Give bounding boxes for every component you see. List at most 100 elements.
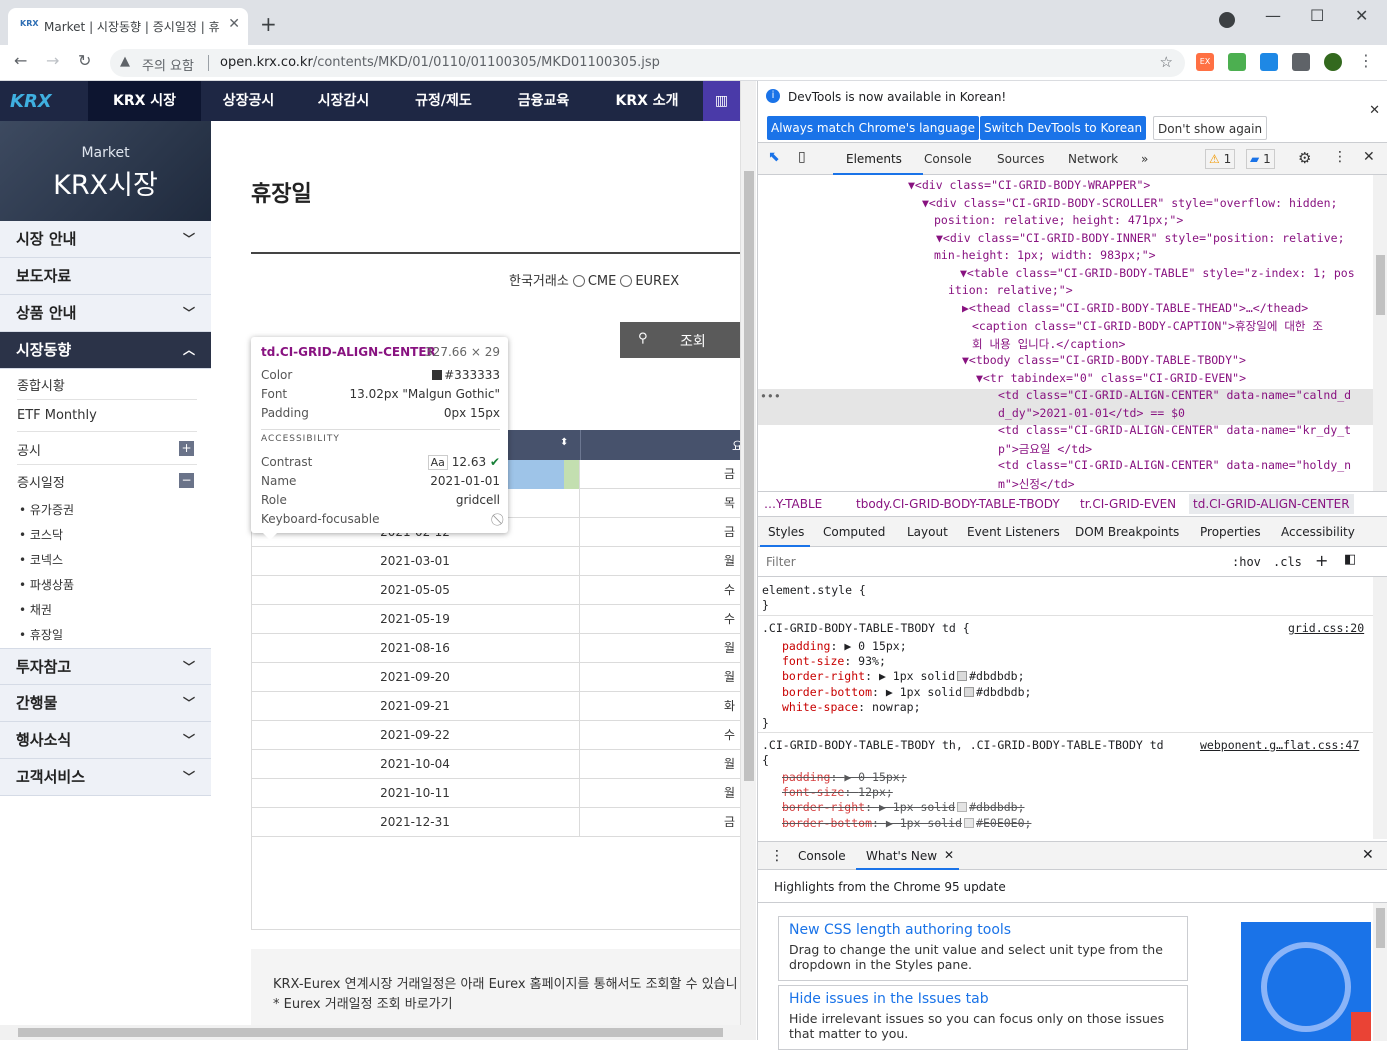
table-row[interactable]: 2021-12-31 금 xyxy=(251,808,740,837)
date-cell[interactable]: 2021-10-11 xyxy=(251,779,580,808)
settings-gear-icon[interactable]: ⚙ xyxy=(1298,149,1311,167)
styles-subtab[interactable]: Accessibility xyxy=(1281,525,1355,539)
styles-scrollbar[interactable] xyxy=(1373,577,1387,839)
rule-selector[interactable]: .CI-GRID-BODY-TABLE-TBODY th, .CI-GRID-B… xyxy=(762,738,1164,752)
new-tab-icon[interactable]: + xyxy=(260,12,277,36)
dom-node-line[interactable]: ▶<thead class="CI-GRID-BODY-TABLE-THEAD"… xyxy=(962,301,1308,315)
date-cell[interactable]: 2021-05-05 xyxy=(251,576,580,605)
sub-item-disclosure[interactable]: 공시 xyxy=(17,440,41,459)
color-swatch[interactable] xyxy=(964,817,975,828)
dom-node-line[interactable]: d_dy">2021-01-01</td> == $0 xyxy=(998,406,1185,420)
tab-elements[interactable]: Elements xyxy=(846,152,902,166)
radio-eurex[interactable] xyxy=(620,275,633,287)
breadcrumb-item[interactable]: td.CI-GRID-ALIGN-CENTER xyxy=(1189,494,1354,514)
back-icon[interactable]: ← xyxy=(14,51,27,70)
sidebar-item-cs[interactable]: 고객서비스 ﹀ xyxy=(0,759,211,796)
devtools-menu-icon[interactable]: ⋮ xyxy=(1333,149,1347,165)
table-row[interactable]: 2021-10-04 월 xyxy=(251,750,740,779)
color-swatch[interactable] xyxy=(964,686,975,697)
rule-close[interactable]: } xyxy=(762,716,769,730)
css-declaration-overridden[interactable]: font-size: 12px; xyxy=(782,785,893,799)
css-declaration[interactable]: padding: ▶ 0 15px; xyxy=(782,639,907,653)
extension-green-icon[interactable] xyxy=(1228,53,1246,71)
dom-node-line[interactable]: 회 내용 입니다.</caption> xyxy=(972,336,1126,352)
weekday-cell[interactable]: 월 xyxy=(724,547,740,576)
bookmark-star-icon[interactable]: ☆ xyxy=(1160,53,1173,71)
css-color-value[interactable]: #dbdbdb; xyxy=(969,669,1024,683)
sidebar-item-press[interactable]: 보도자료 xyxy=(0,258,211,295)
date-cell[interactable]: 2021-08-16 xyxy=(251,634,580,663)
inspect-element-icon[interactable]: ⬉ xyxy=(768,149,780,165)
date-cell[interactable]: 2021-09-20 xyxy=(251,663,580,692)
drawer-tab-console[interactable]: Console xyxy=(798,849,846,863)
dom-node-line[interactable]: position: relative; height: 471px;"> xyxy=(934,213,1183,227)
sidebar-item-invest[interactable]: 투자참고 ﹀ xyxy=(0,648,211,685)
table-row[interactable]: 2021-09-20 월 xyxy=(251,663,740,692)
css-declaration[interactable]: white-space: nowrap; xyxy=(782,700,921,714)
sub-item-etf[interactable]: ETF Monthly xyxy=(17,408,97,423)
warnings-badge[interactable]: ⚠ 1 xyxy=(1205,149,1236,169)
note-line-2[interactable]: * Eurex 거래일정 조회 바로가기 xyxy=(273,993,453,1012)
styles-filter-input[interactable] xyxy=(762,551,1218,573)
close-drawer-icon[interactable]: ✕ xyxy=(1362,847,1374,863)
dom-node-line[interactable]: ▼<div class="CI-GRID-BODY-WRAPPER"> xyxy=(908,178,1150,192)
rule-selector[interactable]: .CI-GRID-BODY-TABLE-TBODY td { xyxy=(762,621,970,635)
browser-tab[interactable]: KRX Market | 시장동향 | 증시일정 | 휴 ✕ xyxy=(8,8,248,45)
table-row[interactable]: 2021-05-19 수 xyxy=(251,605,740,634)
weekday-cell[interactable]: 월 xyxy=(724,663,740,692)
css-property[interactable]: font-size xyxy=(782,785,844,799)
close-devtools-icon[interactable]: ✕ xyxy=(1363,149,1375,165)
css-value[interactable]: ▶ 1px solid xyxy=(879,669,955,683)
dom-node-line[interactable]: p">금요일 </td> xyxy=(998,441,1092,457)
dom-tree-scrollbar[interactable] xyxy=(1373,175,1387,491)
breadcrumb-item[interactable]: tbody.CI-GRID-BODY-TABLE-TBODY xyxy=(856,497,1060,511)
weekday-cell[interactable]: 금 xyxy=(724,460,740,489)
schedule-holidays[interactable]: • 휴장일 xyxy=(19,626,63,643)
chart-menu-icon[interactable]: ▥ xyxy=(703,81,740,121)
dom-node-line[interactable]: ▼<table class="CI-GRID-BODY-TABLE" style… xyxy=(960,266,1355,280)
table-row[interactable]: 2021-10-11 월 xyxy=(251,779,740,808)
expand-plus-icon[interactable]: + xyxy=(179,441,194,456)
messages-badge[interactable]: ▰ 1 xyxy=(1246,149,1275,169)
drawer-tab-whats-new[interactable]: What's New xyxy=(866,849,937,863)
page-horizontal-scrollbar[interactable] xyxy=(0,1025,756,1040)
dom-node-line[interactable]: ▼<div class="CI-GRID-BODY-INNER" style="… xyxy=(936,231,1345,245)
reload-icon[interactable]: ↻ xyxy=(78,51,91,70)
page-vertical-scrollbar[interactable] xyxy=(740,81,756,1025)
dom-node-line[interactable]: ▼<div class="CI-GRID-BODY-SCROLLER" styl… xyxy=(922,196,1337,210)
forward-icon[interactable]: → xyxy=(46,51,59,70)
table-row[interactable]: 2021-09-21 화 xyxy=(251,692,740,721)
css-value[interactable]: ▶ 1px solid xyxy=(879,800,955,814)
color-swatch[interactable] xyxy=(957,802,968,813)
minimize-icon[interactable]: — xyxy=(1265,6,1281,25)
tab-close-icon[interactable]: ✕ xyxy=(228,16,240,32)
tab-network[interactable]: Network xyxy=(1068,152,1118,166)
table-row[interactable]: 2021-03-01 월 xyxy=(251,547,740,576)
element-style-rule[interactable]: element.style { xyxy=(762,583,866,597)
tab-sources[interactable]: Sources xyxy=(997,152,1044,166)
close-window-icon[interactable]: ✕ xyxy=(1355,6,1368,25)
css-value[interactable]: nowrap; xyxy=(872,700,920,714)
new-rule-plus-icon[interactable]: + xyxy=(1315,551,1328,570)
styles-subtab[interactable]: Styles xyxy=(768,525,804,539)
date-cell[interactable]: 2021-09-21 xyxy=(251,692,580,721)
weekday-cell[interactable]: 목 xyxy=(724,489,740,518)
css-declaration[interactable]: border-bottom: ▶ 1px solid #dbdbdb; xyxy=(782,685,1031,699)
css-property[interactable]: padding xyxy=(782,639,830,653)
address-bar[interactable]: ▲ 주의 요함 open.krx.co.kr/contents/MKD/01/0… xyxy=(110,49,1185,77)
sub-item-summary[interactable]: 종합시황 xyxy=(17,375,65,394)
menu-about[interactable]: KRX 소개 xyxy=(591,81,703,121)
breadcrumb-item[interactable]: …Y-TABLE xyxy=(764,497,822,511)
styles-subtab[interactable]: Event Listeners xyxy=(967,525,1060,539)
dom-node-line[interactable]: ▼<tbody class="CI-GRID-BODY-TABLE-TBODY"… xyxy=(962,353,1246,367)
rule-close[interactable]: } xyxy=(762,598,769,612)
date-cell[interactable]: 2021-03-01 xyxy=(251,547,580,576)
sidebar-item-product[interactable]: 상품 안내 ﹀ xyxy=(0,295,211,332)
sub-item-schedule[interactable]: 증시일정 xyxy=(17,472,65,491)
node-ellipsis-icon[interactable]: ••• xyxy=(760,389,781,403)
weekday-cell[interactable]: 금 xyxy=(724,518,740,547)
dom-node-line[interactable]: ition: relative;"> xyxy=(948,283,1073,297)
css-property[interactable]: border-right xyxy=(782,669,865,683)
date-cell[interactable]: 2021-12-31 xyxy=(251,808,580,837)
css-declaration-overridden[interactable]: padding: ▶ 0 15px; xyxy=(782,770,907,784)
